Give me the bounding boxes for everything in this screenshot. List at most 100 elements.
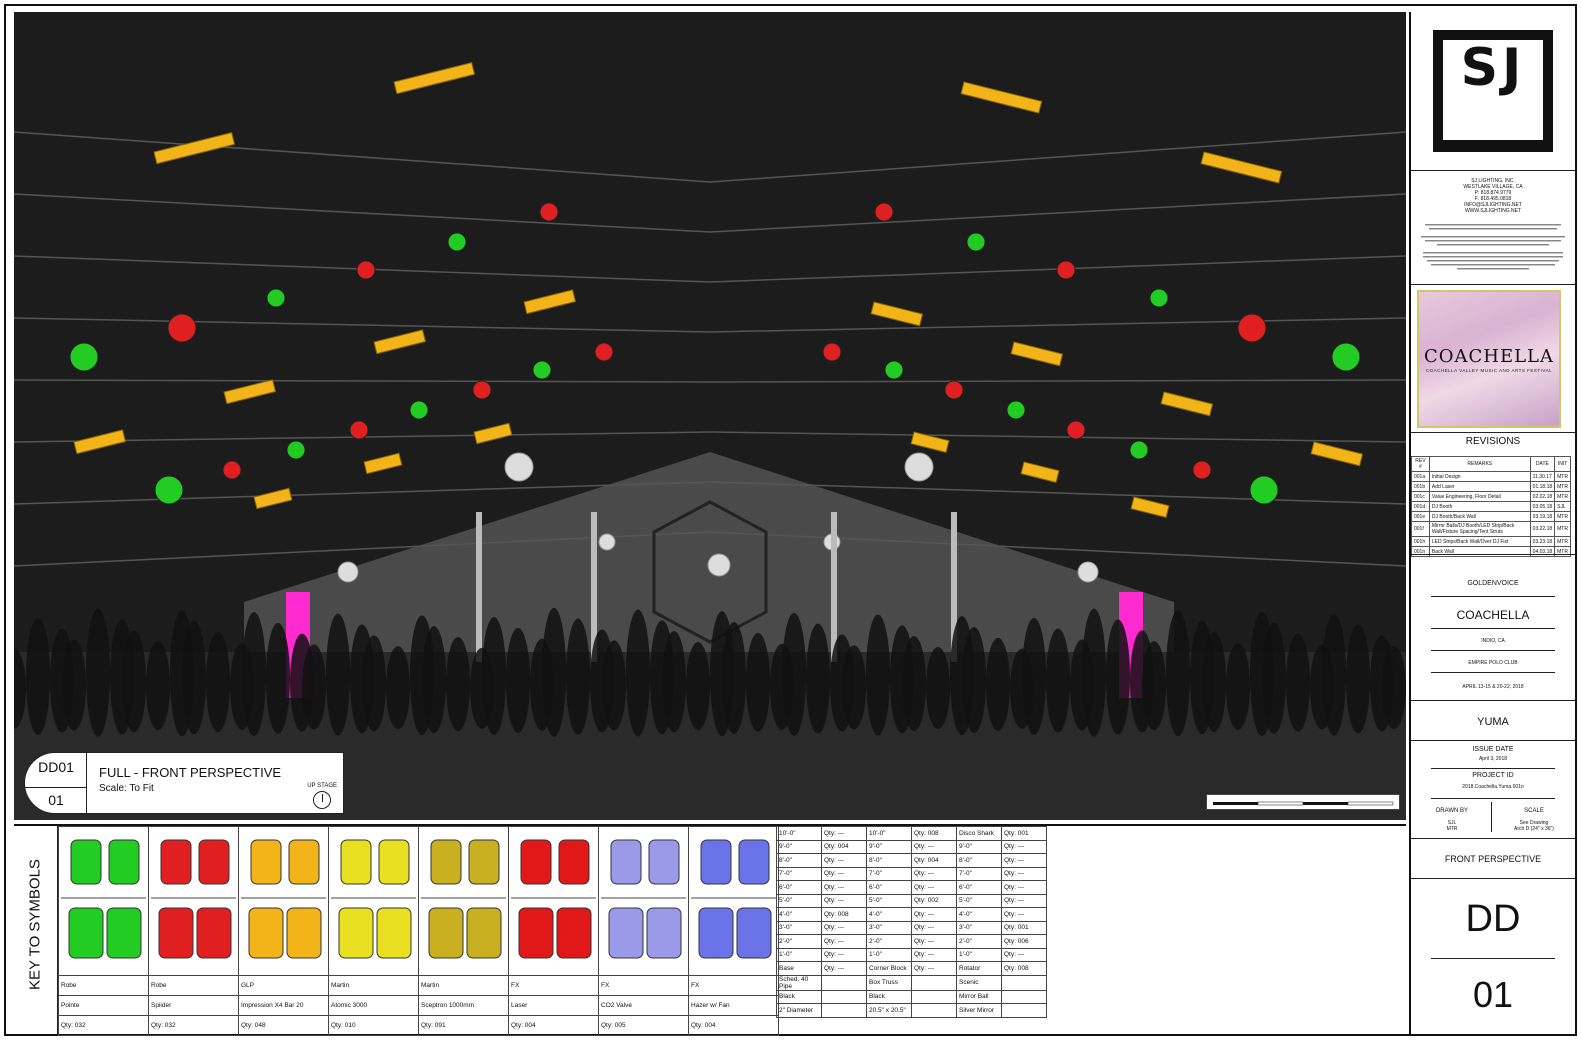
crowd-silhouette: [1226, 642, 1250, 730]
qty-cell: Black: [776, 989, 822, 1004]
revision-cell: 001a: [1411, 471, 1430, 482]
moving-head-fixture: [409, 400, 429, 420]
fixture-qty: Qty: 004: [508, 1015, 599, 1036]
qty-cell: [1001, 974, 1047, 991]
revision-cell: 001b: [1411, 481, 1430, 492]
fixture-maker: Robe: [58, 975, 149, 996]
revision-cell: 03.22.18: [1529, 521, 1556, 537]
revision-cell: 001d: [1411, 501, 1430, 512]
qty-cell: 1'-0": [776, 947, 822, 962]
fixture-model: Hazer w/ Fan: [688, 995, 779, 1016]
qty-cell: [911, 974, 957, 991]
crowd-silhouette: [506, 627, 530, 733]
crowd-silhouette: [1106, 619, 1130, 735]
fixture-model: Laser: [508, 995, 599, 1016]
moving-head-fixture: [1006, 400, 1026, 420]
revision-cell: 03.19.18: [1529, 511, 1556, 522]
revision-cell: MTR: [1554, 536, 1571, 547]
revision-cell: MTR: [1554, 481, 1571, 492]
moving-head-fixture: [874, 202, 894, 222]
mirror-ball: [337, 561, 359, 583]
moving-head-fixture: [1237, 313, 1267, 343]
view-label: DD01 01 FULL - FRONT PERSPECTIVE Scale: …: [24, 752, 344, 814]
qty-cell: Qty: 008: [821, 907, 867, 922]
fixture-model: Spiider: [148, 995, 239, 1016]
revision-cell: MTR: [1554, 491, 1571, 502]
revision-cell: LED Strips/Back Wall/Over DJ Fixt: [1428, 536, 1531, 547]
crowd-silhouette: [1322, 613, 1346, 736]
fixture-maker: Martin: [418, 975, 509, 996]
stage-scene: [14, 12, 1406, 820]
view-title: FULL - FRONT PERSPECTIVE: [99, 765, 282, 780]
mirror-ball: [504, 452, 534, 482]
fixture-symbol-cell: [328, 826, 419, 976]
qty-cell: 8'-0": [866, 853, 912, 868]
qty-cell: 7'-0": [866, 866, 912, 881]
fixture-model: Atomic 3000: [328, 995, 419, 1016]
qty-cell: Scenic: [956, 974, 1002, 991]
upstage-indicator: UP STAGE: [307, 783, 337, 809]
revision-cell: Add Laser: [1428, 481, 1531, 492]
qty-cell: Qty: ---: [911, 947, 957, 962]
crowd-silhouette: [566, 618, 590, 735]
vertical-pipe: [476, 512, 482, 662]
revision-row: 001h LED Strips/Back Wall/Over DJ Fixt 03.…: [1411, 536, 1571, 547]
fixture-model: Impression X4 Bar 20: [238, 995, 329, 1016]
qty-cell: Qty: 001: [1001, 920, 1047, 935]
moving-head-fixture: [1066, 420, 1086, 440]
qty-cell: Mirror Ball: [956, 989, 1002, 1004]
fixture-symbol-icon: [421, 839, 506, 959]
qty-cell: 3'-0": [776, 920, 822, 935]
moving-head-fixture: [539, 202, 559, 222]
revision-cell: 001c: [1411, 491, 1430, 502]
event-venue: EMPIRE POLO CLUB: [1468, 660, 1518, 666]
crowd-silhouette: [122, 630, 146, 733]
qty-cell: 10'-0": [866, 826, 912, 841]
event-city: INDIO, CA: [1481, 638, 1505, 644]
revision-cell: 03.23.18: [1529, 536, 1556, 547]
fixture-symbol-cell: [238, 826, 329, 976]
crowd-silhouette: [1142, 641, 1166, 731]
revision-row: 001n Back Wall 04.03.18 MTR: [1411, 546, 1571, 557]
qty-cell: 3'-0": [866, 920, 912, 935]
fixture-maker: FX: [598, 975, 689, 996]
event-name: COACHELLA: [1456, 608, 1530, 622]
crowd-silhouette: [62, 639, 86, 731]
fixture-maker: Martin: [328, 975, 419, 996]
revision-cell: 02.02.18: [1529, 491, 1556, 502]
fixture-maker: GLP: [238, 975, 329, 996]
scale-value: See Drawing Arch D (24" x 36"): [1514, 820, 1554, 832]
qty-cell: Qty: ---: [821, 961, 867, 976]
fixture-symbol-icon: [61, 839, 146, 959]
fixture-symbol-icon: [691, 839, 776, 959]
moving-head-fixture: [822, 342, 842, 362]
revision-cell: 001n: [1411, 546, 1430, 557]
fixture-symbol-cell: [148, 826, 239, 976]
crowd-silhouette: [326, 613, 350, 736]
moving-head-fixture: [966, 232, 986, 252]
qty-cell: 6'-0": [866, 880, 912, 895]
qty-cell: Qty: ---: [821, 826, 867, 841]
copyright-notes: [1417, 222, 1569, 279]
qty-cell: 10'-0": [776, 826, 822, 841]
revision-cell: 04.03.18: [1529, 546, 1556, 557]
graphic-scale-bar: [1206, 794, 1400, 810]
qty-cell: Qty: ---: [1001, 866, 1047, 881]
sheet-number: 01: [1472, 974, 1514, 1015]
event-dates: APRIL 13-15 & 20-22, 2018: [1462, 684, 1524, 690]
qty-cell: Qty: ---: [821, 934, 867, 949]
crowd-silhouette: [302, 644, 326, 730]
qty-cell: Qty: ---: [821, 866, 867, 881]
qty-cell: [1001, 989, 1047, 1004]
crowd-silhouette: [266, 622, 290, 734]
moving-head-fixture: [167, 313, 197, 343]
view-number: 01: [25, 787, 87, 808]
qty-cell: 5'-0": [956, 893, 1002, 908]
fixture-qty: Qty: 032: [58, 1015, 149, 1036]
revision-row: 001a Initial Design 11.30.17 MTR: [1411, 471, 1571, 482]
revision-row: 001c Value Engineering, Floor Detail 02.02…: [1411, 491, 1571, 502]
drawing-sheet: DD01 01 FULL - FRONT PERSPECTIVE Scale: …: [4, 4, 1577, 1036]
crowd-silhouette: [866, 614, 890, 736]
qty-cell: 3'-0": [956, 920, 1002, 935]
qty-cell: Qty: ---: [911, 866, 957, 881]
